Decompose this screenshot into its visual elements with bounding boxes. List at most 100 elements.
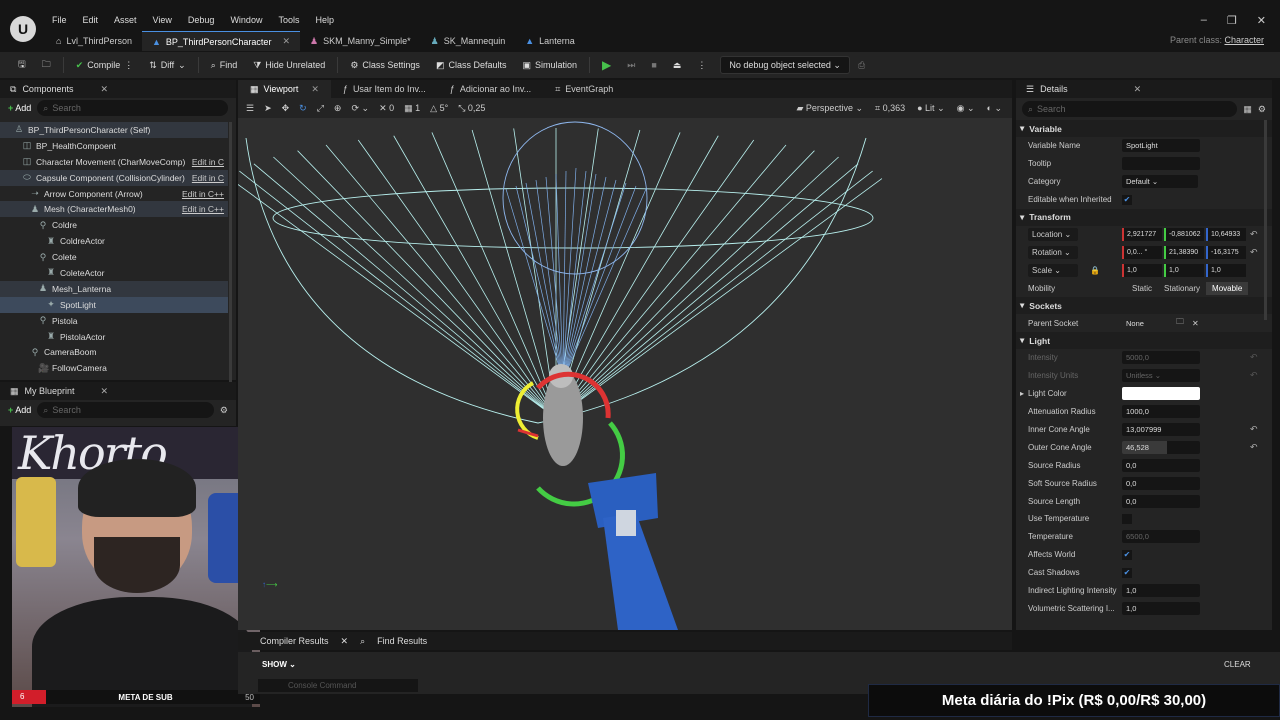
edit-in-cpp-link[interactable]: Edit in C xyxy=(187,172,224,183)
realtime-icon[interactable]: ◐ ⌄ xyxy=(987,103,1002,114)
reset-icon[interactable]: ↶ xyxy=(1250,229,1258,240)
outer-cone-field[interactable]: 46,528 xyxy=(1122,440,1200,454)
tree-item[interactable]: ♜ ColdreActor xyxy=(0,233,228,249)
tab-usar-item[interactable]: ƒ Usar Item do Inv... xyxy=(331,80,438,98)
add-member-button[interactable]: + Add xyxy=(8,405,31,415)
simulation-button[interactable]: ▣ Simulation xyxy=(514,55,585,75)
section-light[interactable]: ▾ Light xyxy=(1016,332,1272,350)
doc-tab-sk-mannequin[interactable]: ♟ SK_Mannequin xyxy=(421,31,516,51)
menu-window[interactable]: Window xyxy=(222,15,270,25)
clear-button[interactable]: CLEAR xyxy=(1224,660,1251,669)
close-tab-icon[interactable]: ✕ xyxy=(282,36,290,47)
clear-icon[interactable]: ✕ xyxy=(1192,319,1199,328)
reset-icon[interactable]: ↶ xyxy=(1250,247,1258,258)
source-length-field[interactable]: 0,0 xyxy=(1122,494,1200,508)
doc-tab-skm-manny[interactable]: ♟ SKM_Manny_Simple* xyxy=(300,31,421,51)
play-icon[interactable]: ▶ xyxy=(594,55,619,75)
eject-icon[interactable]: ⏏ xyxy=(665,55,690,75)
editable-checkbox[interactable]: ✔ xyxy=(1122,194,1132,205)
tree-item[interactable]: ♜ ColeteActor xyxy=(0,265,228,281)
menu-view[interactable]: View xyxy=(145,15,180,25)
viewport-3d[interactable] xyxy=(238,118,1012,630)
affects-world-checkbox[interactable]: ✔ xyxy=(1122,549,1132,560)
tab-find-results[interactable]: Find Results xyxy=(377,636,427,646)
temperature-field[interactable]: 6500,0 xyxy=(1122,530,1200,544)
snap-surface-icon[interactable]: ⟳ ⌄ xyxy=(351,103,369,114)
reset-icon[interactable]: ↶ xyxy=(1250,424,1258,435)
hide-unrelated-button[interactable]: ⧩ Hide Unrelated xyxy=(245,55,333,75)
grid-size[interactable]: ▦ 1 xyxy=(404,103,420,114)
diff-button[interactable]: ⇅ Diff ⌄ xyxy=(141,55,193,75)
console-input[interactable]: Console Command xyxy=(258,679,418,692)
mobility-static[interactable]: Static xyxy=(1126,282,1158,295)
rotation-x[interactable]: 0,0... ° xyxy=(1122,245,1162,259)
source-radius-field[interactable]: 0,0 xyxy=(1122,458,1200,472)
parent-socket-field[interactable]: None xyxy=(1122,317,1172,330)
table-view-icon[interactable]: ▦ xyxy=(1243,104,1252,115)
tree-item[interactable]: ⚲ Colete xyxy=(0,249,228,265)
scale-z[interactable]: 1,0 xyxy=(1206,263,1246,277)
grid-snap[interactable]: ✕ 0 xyxy=(379,103,394,114)
tree-item[interactable]: ♟ Mesh_Lanterna xyxy=(0,280,228,297)
close-tab-icon[interactable]: ✕ xyxy=(311,84,319,95)
tab-viewport[interactable]: ▦ Viewport ✕ xyxy=(238,80,331,98)
menu-debug[interactable]: Debug xyxy=(180,15,223,25)
debug-filter-icon[interactable]: ⎙ xyxy=(850,55,873,75)
menu-icon[interactable]: ☰ xyxy=(246,103,254,114)
soft-source-field[interactable]: 0,0 xyxy=(1122,476,1200,490)
maximize-icon[interactable]: ❐ xyxy=(1227,14,1237,27)
gear-icon[interactable]: ⚙ xyxy=(1258,104,1266,115)
mobility-movable[interactable]: Movable xyxy=(1206,281,1249,295)
doc-tab-bp-thirdpersoncharacter[interactable]: ▲ BP_ThirdPersonCharacter ✕ xyxy=(141,31,300,51)
variable-name-field[interactable]: SpotLight xyxy=(1122,139,1200,153)
scrollbar[interactable] xyxy=(1264,120,1267,320)
tooltip-field[interactable] xyxy=(1122,157,1200,171)
show-flags-icon[interactable]: ◉ ⌄ xyxy=(957,103,975,114)
intensity-units-select[interactable]: Unitless ⌄ xyxy=(1122,369,1200,383)
show-button[interactable]: SHOW ⌄ xyxy=(262,660,296,669)
step-icon[interactable]: ⏭ xyxy=(619,55,643,75)
close-window-icon[interactable]: ✕ xyxy=(1257,14,1266,27)
class-settings-button[interactable]: ⚙ Class Settings xyxy=(342,55,428,75)
lock-icon[interactable]: 🔒 xyxy=(1090,266,1100,275)
reset-icon[interactable]: ↶ xyxy=(1250,442,1258,453)
browse-icon[interactable]: 🗀 xyxy=(34,55,59,75)
rotation-z[interactable]: -16,3175 xyxy=(1206,245,1246,259)
tree-item[interactable]: ➝ Arrow Component (Arrow) Edit in C++ xyxy=(0,186,228,202)
scale-x[interactable]: 1,0 xyxy=(1122,263,1162,277)
rotation-dropdown[interactable]: Rotation ⌄ xyxy=(1028,245,1078,259)
reset-icon[interactable]: ↶ xyxy=(1250,370,1258,381)
select-icon[interactable]: ➤ xyxy=(264,103,272,114)
parent-class-link[interactable]: Character xyxy=(1224,35,1264,45)
scale-icon[interactable]: ⤢ xyxy=(317,103,324,114)
inner-cone-field[interactable]: 13,007999 xyxy=(1122,423,1200,437)
tab-compiler-results[interactable]: Compiler Results xyxy=(260,636,329,646)
menu-file[interactable]: File xyxy=(44,15,75,25)
debug-object-select[interactable]: No debug object selected ⌄ xyxy=(720,56,850,74)
tree-item[interactable]: ⬭ Capsule Component (CollisionCylinder) Ed… xyxy=(0,169,228,186)
tree-item[interactable]: ♙ BP_ThirdPersonCharacter (Self) xyxy=(0,122,228,138)
attenuation-field[interactable]: 1000,0 xyxy=(1122,405,1200,419)
reset-icon[interactable]: ↶ xyxy=(1250,352,1258,363)
scale-dropdown[interactable]: Scale ⌄ xyxy=(1028,263,1078,277)
menu-edit[interactable]: Edit xyxy=(75,15,107,25)
section-transform[interactable]: ▾ Transform xyxy=(1016,208,1272,226)
tree-item[interactable]: ◫ Character Movement (CharMoveComp) Edit i… xyxy=(0,154,228,170)
section-sockets[interactable]: ▾ Sockets xyxy=(1016,297,1272,315)
tree-item[interactable]: ⚲ Coldre xyxy=(0,217,228,233)
use-temperature-checkbox[interactable] xyxy=(1122,513,1132,524)
section-variable[interactable]: ▾ Variable xyxy=(1016,120,1272,137)
tab-eventgraph[interactable]: ⌗ EventGraph xyxy=(543,80,625,98)
tree-item[interactable]: ⚲ Pistola xyxy=(0,313,228,329)
indirect-field[interactable]: 1,0 xyxy=(1122,584,1200,598)
unreal-logo-icon[interactable]: U xyxy=(10,16,36,42)
tree-item[interactable]: ◫ BP_HealthCompoent xyxy=(0,138,228,154)
lit-button[interactable]: ● Lit ⌄ xyxy=(917,103,945,114)
details-tab[interactable]: ☰ Details ✕ xyxy=(1016,80,1272,98)
location-dropdown[interactable]: Location ⌄ xyxy=(1028,228,1078,241)
intensity-field[interactable]: 5000,0 xyxy=(1122,351,1200,365)
tree-item[interactable]: 🎥 FollowCamera xyxy=(0,360,228,376)
close-panel-icon[interactable]: ✕ xyxy=(1134,84,1142,95)
scale-y[interactable]: 1,0 xyxy=(1164,263,1204,277)
more-icon[interactable]: ⋮ xyxy=(689,55,714,75)
